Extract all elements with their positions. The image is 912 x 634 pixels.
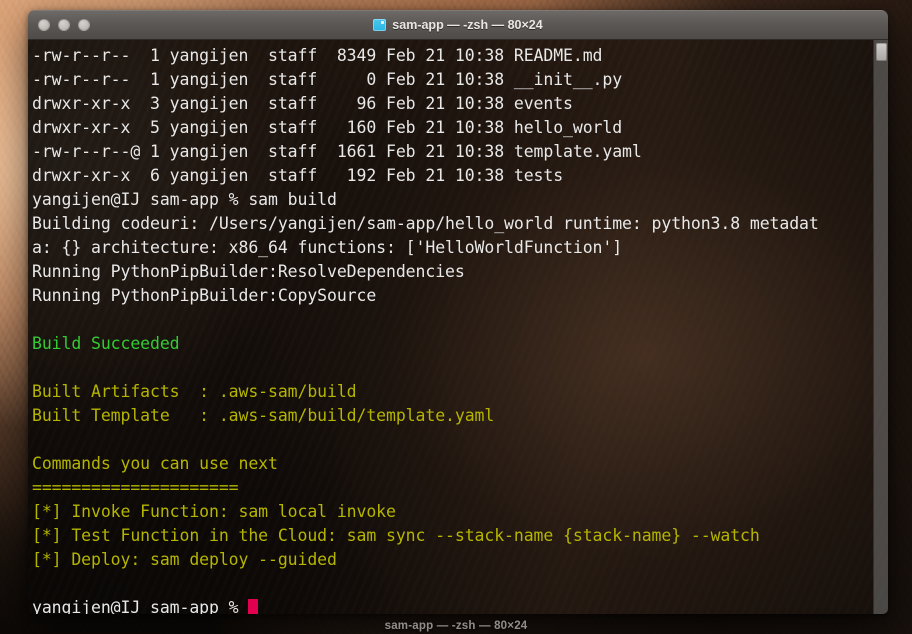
window-bottom-label: sam-app — -zsh — 80×24: [384, 620, 528, 632]
window-controls[interactable]: [28, 19, 90, 31]
terminal-line: [*] Test Function in the Cloud: sam sync…: [32, 524, 888, 548]
terminal-line: -rw-r--r-- 1 yangijen staff 0 Feb 21 10:…: [32, 68, 888, 92]
terminal-line-text: [*] Test Function in the Cloud: sam sync…: [32, 526, 760, 545]
terminal-scrollbar[interactable]: [873, 40, 888, 614]
terminal-line: -rw-r--r--@ 1 yangijen staff 1661 Feb 21…: [32, 140, 888, 164]
terminal-line-text: Running PythonPipBuilder:ResolveDependen…: [32, 262, 465, 281]
terminal-folder-icon: [373, 19, 387, 31]
terminal-line: yangijen@IJ sam-app %: [32, 596, 888, 614]
terminal-line: Build Succeeded: [32, 332, 888, 356]
terminal-line-text: Built Artifacts : .aws-sam/build: [32, 382, 357, 401]
terminal-line: [*] Invoke Function: sam local invoke: [32, 500, 888, 524]
terminal-line-text: Commands you can use next: [32, 454, 278, 473]
terminal-line: drwxr-xr-x 3 yangijen staff 96 Feb 21 10…: [32, 92, 888, 116]
terminal-line-text: -rw-r--r-- 1 yangijen staff 0 Feb 21 10:…: [32, 70, 623, 89]
terminal-line-text: Running PythonPipBuilder:CopySource: [32, 286, 377, 305]
window-title-group: sam-app — -zsh — 80×24: [28, 18, 888, 32]
terminal-line-text: drwxr-xr-x 3 yangijen staff 96 Feb 21 10…: [32, 94, 573, 113]
terminal-line: Built Artifacts : .aws-sam/build: [32, 380, 888, 404]
terminal-body[interactable]: -rw-r--r-- 1 yangijen staff 8349 Feb 21 …: [28, 40, 888, 614]
terminal-line-text: [*] Deploy: sam deploy --guided: [32, 550, 337, 569]
terminal-line-text: a: {} architecture: x86_64 functions: ['…: [32, 238, 623, 257]
terminal-line-text: Built Template : .aws-sam/build/template…: [32, 406, 495, 425]
terminal-cursor: [248, 599, 259, 614]
terminal-line-text: Building codeuri: /Users/yangijen/sam-ap…: [32, 214, 819, 233]
zoom-button[interactable]: [78, 19, 90, 31]
terminal-line: Commands you can use next: [32, 452, 888, 476]
terminal-line: [*] Deploy: sam deploy --guided: [32, 548, 888, 572]
close-button[interactable]: [38, 19, 50, 31]
terminal-line: Running PythonPipBuilder:CopySource: [32, 284, 888, 308]
terminal-line-text: -rw-r--r--@ 1 yangijen staff 1661 Feb 21…: [32, 142, 642, 161]
terminal-line-text: =====================: [32, 478, 239, 497]
terminal-line: Building codeuri: /Users/yangijen/sam-ap…: [32, 212, 888, 236]
window-title-text: sam-app — -zsh — 80×24: [392, 18, 543, 32]
terminal-line: Running PythonPipBuilder:ResolveDependen…: [32, 260, 888, 284]
terminal-line: yangijen@IJ sam-app % sam build: [32, 188, 888, 212]
minimize-button[interactable]: [58, 19, 70, 31]
window-titlebar[interactable]: sam-app — -zsh — 80×24: [28, 10, 888, 40]
terminal-line-text: Build Succeeded: [32, 334, 180, 353]
terminal-screen[interactable]: -rw-r--r-- 1 yangijen staff 8349 Feb 21 …: [28, 40, 888, 614]
terminal-line-text: drwxr-xr-x 6 yangijen staff 192 Feb 21 1…: [32, 166, 564, 185]
scrollbar-thumb[interactable]: [876, 43, 887, 61]
terminal-line-text: yangijen@IJ sam-app % sam build: [32, 190, 337, 209]
terminal-line: drwxr-xr-x 6 yangijen staff 192 Feb 21 1…: [32, 164, 888, 188]
terminal-line: =====================: [32, 476, 888, 500]
terminal-line: Built Template : .aws-sam/build/template…: [32, 404, 888, 428]
terminal-line-text: [*] Invoke Function: sam local invoke: [32, 502, 396, 521]
terminal-line-text: drwxr-xr-x 5 yangijen staff 160 Feb 21 1…: [32, 118, 623, 137]
terminal-window[interactable]: sam-app — -zsh — 80×24 -rw-r--r-- 1 yang…: [28, 10, 888, 614]
terminal-line: a: {} architecture: x86_64 functions: ['…: [32, 236, 888, 260]
terminal-line-text: yangijen@IJ sam-app %: [32, 598, 249, 614]
terminal-line-text: -rw-r--r-- 1 yangijen staff 8349 Feb 21 …: [32, 46, 603, 65]
terminal-line: drwxr-xr-x 5 yangijen staff 160 Feb 21 1…: [32, 116, 888, 140]
terminal-line: -rw-r--r-- 1 yangijen staff 8349 Feb 21 …: [32, 44, 888, 68]
